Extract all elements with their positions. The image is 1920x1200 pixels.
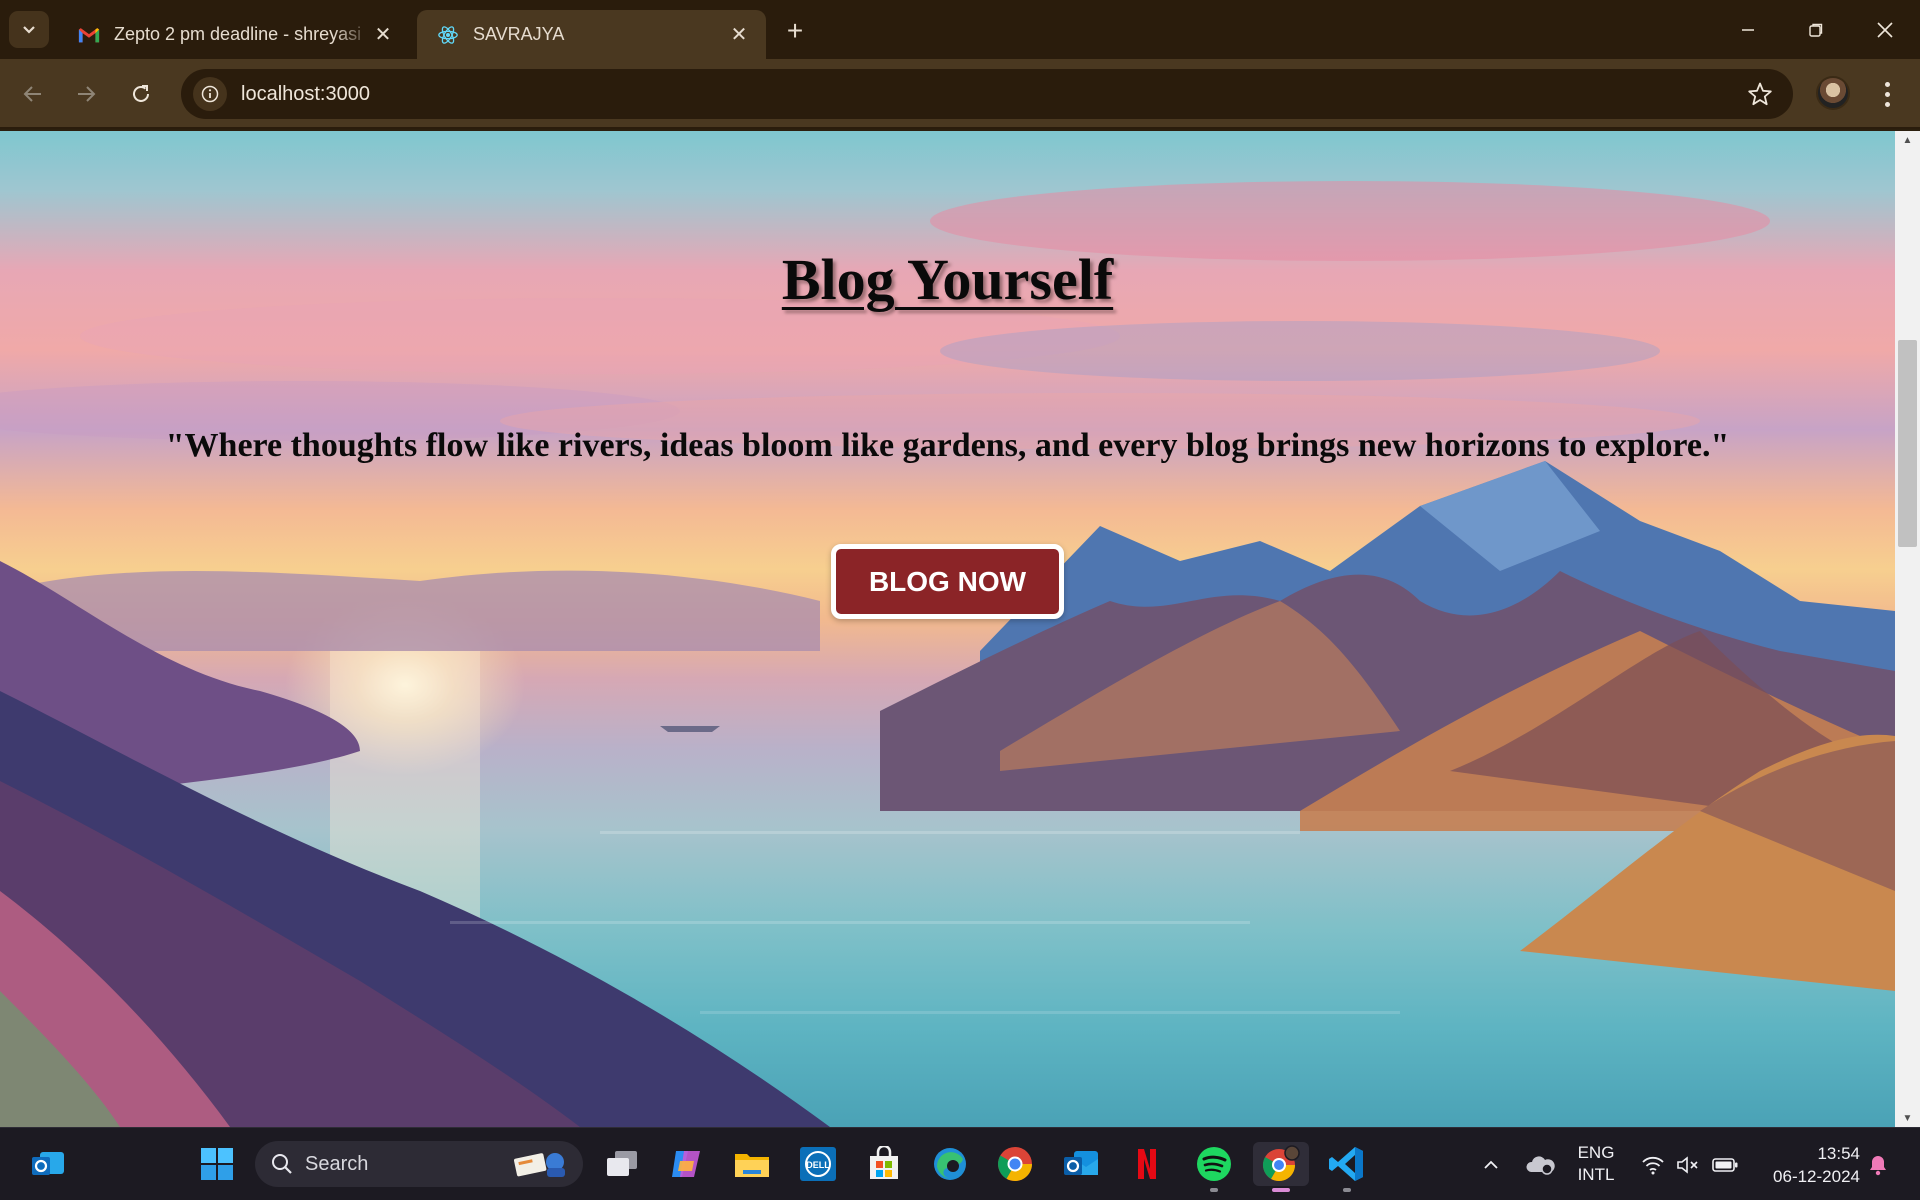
- onedrive-button[interactable]: [1522, 1128, 1558, 1200]
- chevron-up-icon: [1484, 1160, 1498, 1169]
- page-scrollbar[interactable]: ▲ ▼: [1895, 131, 1920, 1127]
- bell-icon: [1870, 1155, 1886, 1175]
- start-button[interactable]: [195, 1142, 239, 1186]
- edge-icon: [934, 1148, 966, 1180]
- outlook-widget-button[interactable]: [26, 1142, 70, 1186]
- clock-time: 13:54: [1817, 1144, 1860, 1163]
- gmail-icon: [78, 27, 100, 42]
- dot-icon: [1884, 101, 1890, 107]
- close-icon: [1877, 22, 1893, 38]
- restore-button[interactable]: [1793, 10, 1839, 50]
- dell-icon: DELL: [800, 1147, 836, 1181]
- minimize-icon: [1742, 29, 1754, 31]
- language-code: ENG: [1577, 1143, 1615, 1162]
- tab-gmail[interactable]: Zepto 2 pm deadline - shreyasi ✕: [58, 10, 410, 59]
- close-tab-icon[interactable]: ✕: [728, 24, 750, 46]
- onedrive-icon: [1526, 1155, 1555, 1175]
- address-bar[interactable]: localhost:3000: [181, 69, 1793, 119]
- search-label: Search: [305, 1152, 369, 1175]
- language-indicator[interactable]: ENG INTL: [1576, 1142, 1616, 1186]
- file-explorer-button[interactable]: [730, 1142, 774, 1186]
- vscode-icon: [1329, 1147, 1363, 1181]
- windows-start-icon: [201, 1148, 233, 1180]
- dot-icon: [1884, 81, 1890, 87]
- tab-title: SAVRAJYA: [473, 24, 565, 44]
- chrome-icon: [998, 1147, 1032, 1181]
- wifi-button[interactable]: [1636, 1128, 1670, 1200]
- battery-button[interactable]: [1708, 1128, 1742, 1200]
- running-indicator: [1343, 1188, 1351, 1192]
- netflix-button[interactable]: [1125, 1142, 1169, 1186]
- microsoft-store-button[interactable]: [862, 1142, 906, 1186]
- scroll-down-arrow-icon[interactable]: ▼: [1895, 1109, 1920, 1127]
- clock-date: 06-12-2024: [1773, 1167, 1860, 1186]
- back-button[interactable]: [15, 76, 51, 112]
- reload-button[interactable]: [123, 76, 159, 112]
- windows-taskbar: Search DELL ENG INTL 13:54 06-12-2024: [0, 1127, 1920, 1200]
- task-view-icon: [607, 1151, 637, 1176]
- search-highlight-icon: [514, 1153, 565, 1177]
- info-icon: [201, 85, 219, 103]
- page-viewport: Blog Yourself "Where thoughts flow like …: [0, 131, 1895, 1127]
- system-clock[interactable]: 13:54 06-12-2024: [1755, 1142, 1860, 1188]
- bookmark-star-icon[interactable]: [1747, 81, 1773, 107]
- chevron-down-icon: [23, 25, 35, 34]
- volume-button[interactable]: [1672, 1128, 1704, 1200]
- site-info-button[interactable]: [193, 77, 227, 111]
- taskbar-search-box[interactable]: Search: [255, 1141, 583, 1187]
- browser-toolbar: localhost:3000: [0, 59, 1920, 129]
- copilot-icon: [672, 1151, 700, 1177]
- show-hidden-icons-button[interactable]: [1478, 1128, 1504, 1200]
- close-tab-icon[interactable]: ✕: [372, 24, 394, 46]
- file-explorer-icon: [735, 1154, 769, 1177]
- blog-now-button[interactable]: BLOG NOW: [831, 544, 1064, 619]
- browser-menu-button[interactable]: [1872, 76, 1902, 112]
- react-icon: [438, 25, 458, 44]
- new-tab-button[interactable]: +: [778, 14, 812, 48]
- url-text[interactable]: localhost:3000: [241, 83, 370, 106]
- volume-muted-icon: [1677, 1155, 1698, 1174]
- chrome-button[interactable]: [993, 1142, 1037, 1186]
- scroll-up-arrow-icon[interactable]: ▲: [1895, 131, 1920, 149]
- search-icon: [272, 1154, 292, 1174]
- profile-avatar[interactable]: [1816, 76, 1850, 110]
- close-window-button[interactable]: [1862, 10, 1908, 50]
- chrome-profile-button[interactable]: [1253, 1142, 1309, 1192]
- task-view-button[interactable]: [600, 1142, 644, 1186]
- wifi-icon: [1642, 1156, 1664, 1174]
- tab-search-button[interactable]: [9, 11, 49, 48]
- browser-tab-strip: Zepto 2 pm deadline - shreyasi ✕ SAVRAJY…: [0, 0, 1920, 59]
- minimize-button[interactable]: [1725, 10, 1771, 50]
- page-title: Blog Yourself: [781, 247, 1114, 312]
- microsoft-store-icon: [870, 1146, 898, 1179]
- notifications-button[interactable]: [1864, 1128, 1892, 1200]
- reload-icon: [133, 85, 149, 102]
- running-indicator: [1210, 1188, 1218, 1192]
- vscode-button[interactable]: [1325, 1142, 1369, 1192]
- copilot-button[interactable]: [664, 1142, 708, 1186]
- dell-app-button[interactable]: DELL: [796, 1142, 840, 1186]
- keyboard-layout: INTL: [1577, 1165, 1615, 1184]
- spotify-button[interactable]: [1192, 1142, 1236, 1192]
- scroll-thumb[interactable]: [1898, 340, 1917, 548]
- tab-savrajya[interactable]: SAVRAJYA ✕: [417, 10, 766, 59]
- arrow-left-icon: [23, 86, 41, 102]
- restore-icon: [1809, 23, 1823, 37]
- netflix-icon: [1138, 1149, 1156, 1179]
- outlook-icon: [32, 1152, 64, 1175]
- outlook-new-icon: [1064, 1151, 1098, 1175]
- chrome-profile-icon: [1262, 1145, 1300, 1182]
- active-indicator: [1272, 1188, 1290, 1192]
- forward-button[interactable]: [68, 76, 104, 112]
- tagline-quote: "Where thoughts flow like rivers, ideas …: [165, 427, 1730, 464]
- spotify-icon: [1197, 1147, 1231, 1181]
- outlook-app-button[interactable]: [1059, 1142, 1103, 1186]
- svg-text:DELL: DELL: [806, 1160, 830, 1170]
- dot-icon: [1884, 91, 1890, 97]
- tab-title: Zepto 2 pm deadline - shreyasi: [114, 24, 362, 44]
- arrow-right-icon: [78, 86, 96, 102]
- edge-button[interactable]: [928, 1142, 972, 1186]
- battery-icon: [1712, 1157, 1738, 1172]
